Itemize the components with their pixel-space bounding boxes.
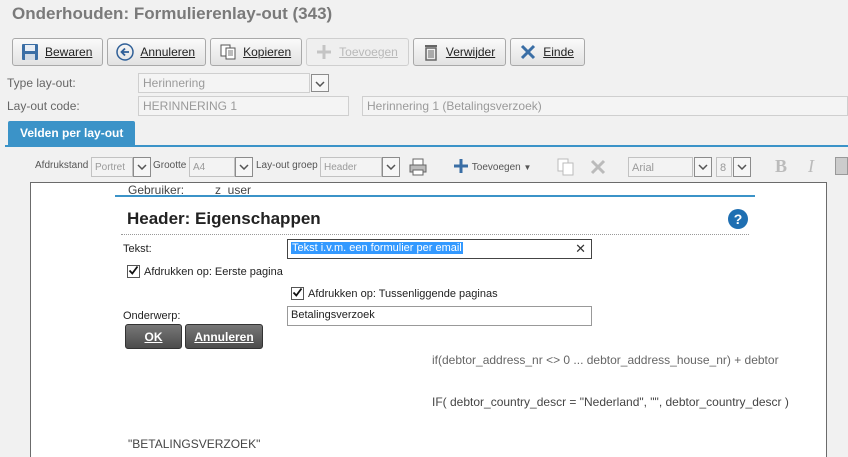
size-label: Grootte xyxy=(153,160,187,171)
clear-icon[interactable]: ✕ xyxy=(575,241,586,257)
size-select[interactable]: A4 xyxy=(189,157,235,177)
type-dropdown-button[interactable] xyxy=(311,74,329,92)
code-field[interactable]: HERINNERING 1 xyxy=(138,96,349,116)
print-first-page-label: Afdrukken op: Eerste pagina xyxy=(144,266,283,278)
end-button-label: Einde xyxy=(543,45,574,59)
type-select[interactable]: Herinnering xyxy=(138,73,310,93)
underline-button[interactable] xyxy=(835,157,848,175)
orientation-select[interactable]: Portret xyxy=(91,157,133,177)
layout-toolbar: Afdrukstand Portret Grootte A4 Lay-out g… xyxy=(0,155,848,179)
trash-icon xyxy=(422,43,440,61)
window-title: Onderhouden: Formulierenlay-out (343) xyxy=(12,4,333,23)
back-arrow-icon xyxy=(116,43,135,61)
size-dropdown-button[interactable] xyxy=(235,157,253,177)
code-description-field[interactable]: Herinnering 1 (Betalingsverzoek) xyxy=(362,96,848,116)
plus-icon xyxy=(315,43,333,61)
chevron-down-icon xyxy=(737,162,747,173)
close-icon xyxy=(519,43,537,61)
main-toolbar: Bewaren Annuleren Kopieren Toevoegen Ver… xyxy=(12,38,585,66)
italic-button[interactable]: I xyxy=(808,156,814,177)
plus-icon xyxy=(453,158,469,177)
caret-down-icon: ▼ xyxy=(523,163,532,172)
ok-button[interactable]: OK xyxy=(125,324,182,349)
font-dropdown-button[interactable] xyxy=(694,157,712,177)
checkmark-icon xyxy=(128,265,139,279)
checkmark-icon xyxy=(292,287,303,301)
dialog-title: Header: Eigenschappen xyxy=(127,209,321,228)
delete-button[interactable]: Verwijder xyxy=(412,38,507,66)
chevron-down-icon xyxy=(239,162,249,173)
code-label: Lay-out code: xyxy=(7,99,80,113)
text-label: Tekst: xyxy=(123,243,152,255)
tab-underline xyxy=(5,145,848,147)
orientation-label: Afdrukstand xyxy=(35,160,89,171)
bold-button[interactable]: B xyxy=(775,156,787,177)
print-first-page-checkbox[interactable] xyxy=(127,265,140,278)
add-button-label: Toevoegen xyxy=(339,45,398,59)
dialog-separator xyxy=(121,234,749,235)
canvas-country-field[interactable]: IF( debtor_country_descr = "Nederland", … xyxy=(432,395,789,409)
floppy-disk-icon xyxy=(21,43,39,61)
group-dropdown-button[interactable] xyxy=(382,157,400,177)
chevron-down-icon xyxy=(315,76,325,90)
cancel-button[interactable]: Annuleren xyxy=(107,38,207,66)
layout-add-label: Toevoegen xyxy=(471,162,521,173)
subject-label: Onderwerp: xyxy=(123,310,181,322)
copy-button[interactable]: Kopieren xyxy=(210,38,303,66)
copy-button-label: Kopieren xyxy=(243,45,292,59)
text-input-value: Tekst i.v.m. een formulier per email xyxy=(291,242,463,254)
copy-icon xyxy=(219,43,237,61)
layout-copy-icon[interactable] xyxy=(556,157,576,180)
type-label: Type lay-out: xyxy=(7,76,76,90)
dialog-cancel-button[interactable]: Annuleren xyxy=(185,324,263,349)
save-button[interactable]: Bewaren xyxy=(12,38,104,66)
font-size-dropdown-button[interactable] xyxy=(733,157,751,177)
tab-velden-per-layout[interactable]: Velden per lay-out xyxy=(8,121,136,145)
group-label: Lay-out groep xyxy=(256,160,318,171)
orientation-dropdown-button[interactable] xyxy=(133,157,151,177)
print-between-pages-label: Afdrukken op: Tussenliggende paginas xyxy=(308,288,498,300)
print-icon[interactable] xyxy=(408,157,428,180)
group-select[interactable]: Header xyxy=(320,157,382,177)
add-button[interactable]: Toevoegen xyxy=(306,38,409,66)
chevron-down-icon xyxy=(137,162,147,173)
delete-button-label: Verwijder xyxy=(445,45,496,59)
chevron-down-icon xyxy=(386,162,396,173)
chevron-down-icon xyxy=(698,162,708,173)
canvas-title-field[interactable]: "BETALINGSVERZOEK" xyxy=(128,437,260,451)
canvas-overlap-field[interactable]: if(debtor_address_nr <> 0 ... debtor_add… xyxy=(432,353,828,367)
font-size-select[interactable]: 8 xyxy=(716,157,732,177)
save-button-label: Bewaren xyxy=(45,45,93,59)
layout-delete-icon[interactable] xyxy=(589,158,607,179)
help-icon[interactable]: ? xyxy=(728,209,748,229)
font-select[interactable]: Arial xyxy=(628,157,693,177)
properties-dialog: Header: Eigenschappen ? Tekst: Tekst i.v… xyxy=(115,195,755,355)
print-between-pages-checkbox[interactable] xyxy=(291,287,304,300)
subject-input[interactable]: Betalingsverzoek xyxy=(287,306,592,326)
layout-add-button[interactable]: Toevoegen ▼ xyxy=(453,158,531,177)
cancel-button-label: Annuleren xyxy=(140,45,196,59)
text-input[interactable]: Tekst i.v.m. een formulier per email ✕ xyxy=(287,239,592,259)
end-button[interactable]: Einde xyxy=(510,38,585,66)
